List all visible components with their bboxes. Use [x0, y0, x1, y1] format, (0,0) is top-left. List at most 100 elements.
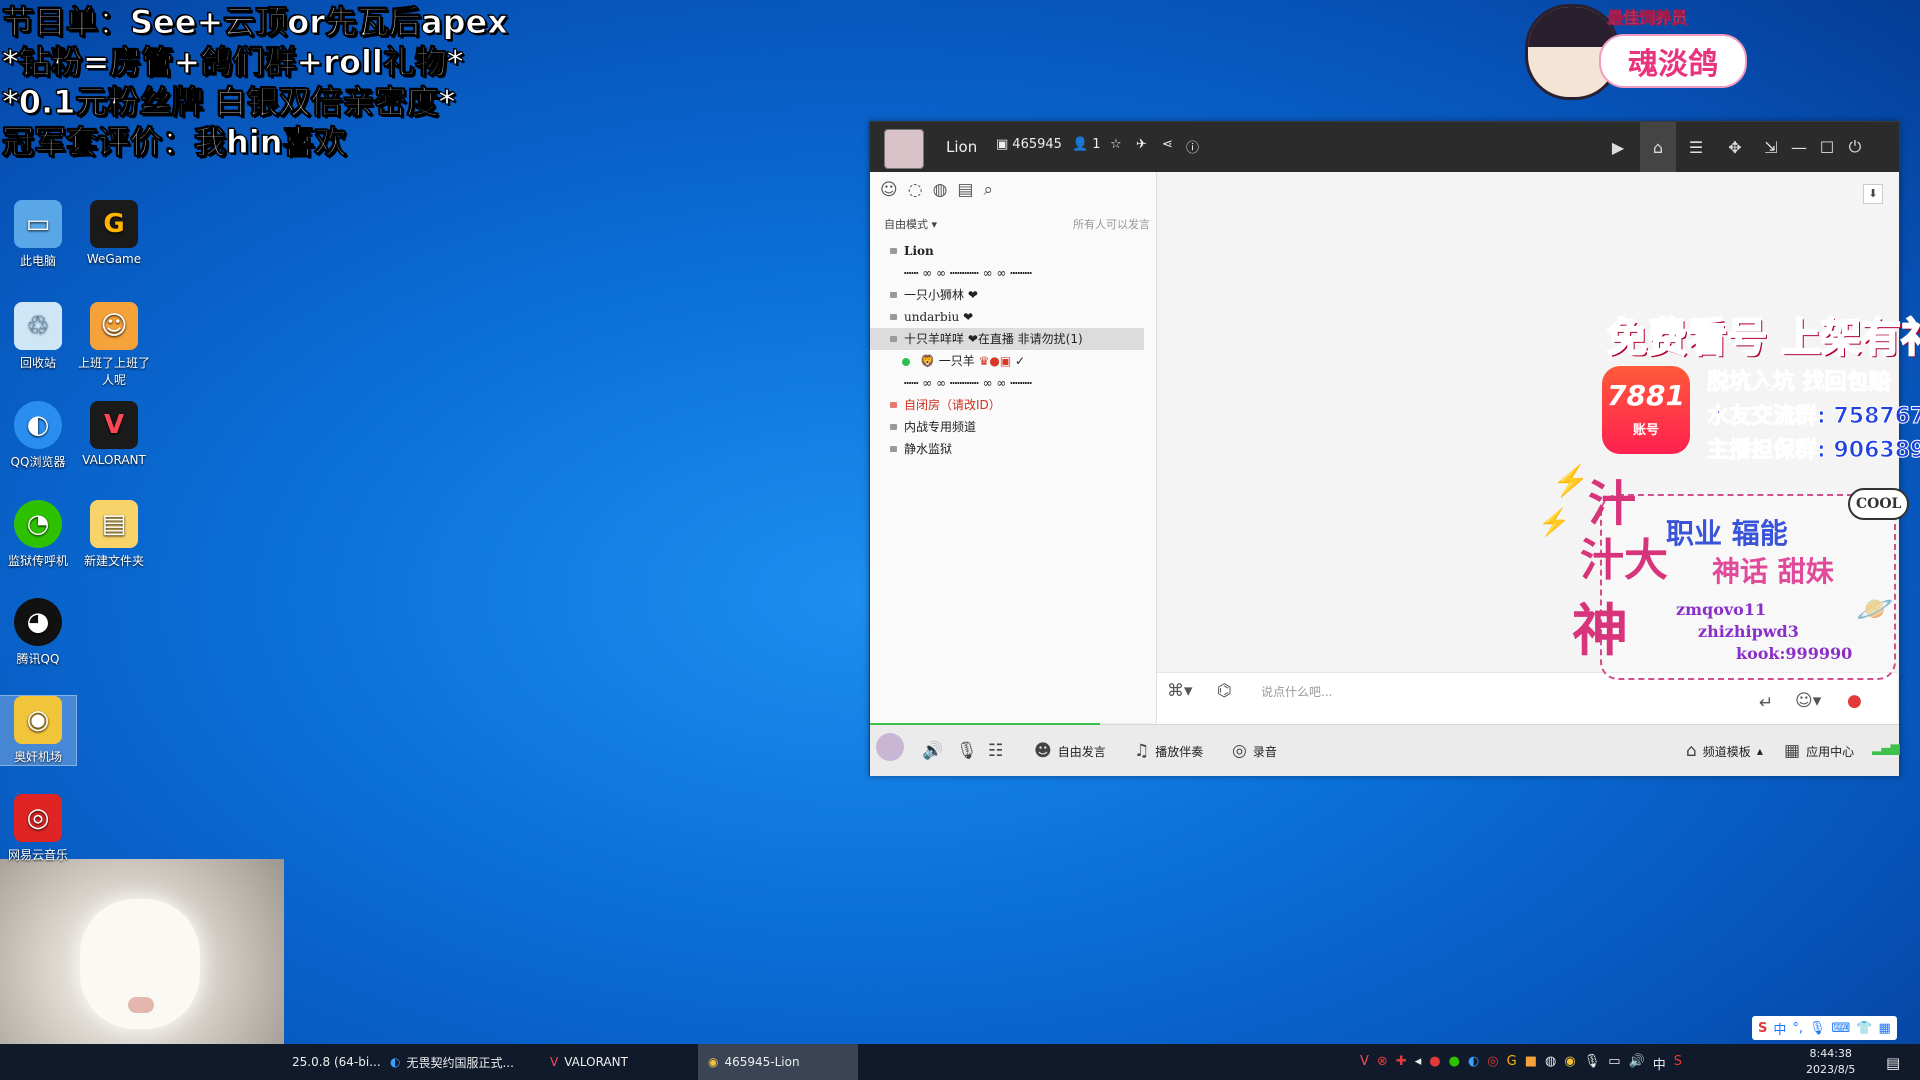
channel-item[interactable]: 自闭房（请改ID）: [870, 394, 1156, 416]
mic-icon[interactable]: 🎙: [956, 741, 978, 761]
owl-tray-icon[interactable]: ◉: [1564, 1054, 1575, 1073]
translate-icon[interactable]: ⌬: [1217, 681, 1232, 701]
arrow-tray-icon[interactable]: ◂: [1415, 1054, 1422, 1073]
overlay-line: *钻粉=房管+鸽们群+roll礼物*: [2, 43, 465, 82]
steam-tray-icon[interactable]: ◍: [1545, 1054, 1556, 1073]
free-talk-button[interactable]: ☻ 自由发言: [1034, 741, 1106, 761]
network-tray-icon[interactable]: ▭: [1608, 1054, 1620, 1073]
lightning-icon: ⚡: [1552, 464, 1590, 499]
netease-tray-icon[interactable]: ◎: [1487, 1054, 1498, 1073]
location-icon[interactable]: ◍: [933, 180, 948, 200]
user-icon[interactable]: ☺: [880, 180, 898, 200]
desktop-icon-wechat[interactable]: ◔ 监狱传呼机: [0, 500, 76, 569]
notes-icon[interactable]: ▤: [957, 180, 973, 200]
recycle-bin-icon: ♲: [14, 302, 62, 350]
channel-item-active[interactable]: 十只羊咩咩 ❤在直播 非请勿扰(1): [870, 328, 1144, 350]
desktop-icon-netease-music[interactable]: ◎ 网易云音乐: [0, 794, 76, 863]
app-tray-icon[interactable]: ⊗: [1377, 1054, 1388, 1073]
enter-icon[interactable]: ↵: [1759, 693, 1773, 713]
owl-icon: ◉: [708, 1055, 719, 1069]
medal-icons: ♛●▣: [978, 354, 1012, 368]
wegame-tray-icon[interactable]: G: [1507, 1054, 1517, 1073]
channel-template-button[interactable]: ⌂ 频道模板 ▴: [1686, 741, 1763, 761]
browser-icon: ◐: [390, 1055, 401, 1069]
play-music-button[interactable]: ♫ 播放伴奏: [1134, 741, 1203, 761]
record-icon[interactable]: ●: [1847, 691, 1862, 711]
taskbar-item-active[interactable]: ◉ 465945-Lion: [698, 1044, 858, 1080]
maximize-icon[interactable]: ☐: [1814, 134, 1840, 160]
smile-icon: ☻: [1034, 741, 1052, 761]
desktop-icon-tencent-qq[interactable]: ◕ 腾讯QQ: [0, 598, 76, 667]
sogou-tray-icon[interactable]: S: [1674, 1054, 1682, 1073]
desktop-icon-wegame[interactable]: G WeGame: [76, 200, 152, 266]
home-icon[interactable]: ⌂: [1640, 122, 1676, 172]
keyboard-icon: ⌨: [1831, 1020, 1851, 1036]
record-icon: ◎: [1232, 741, 1247, 761]
mic-icon: 🎙: [1809, 1020, 1826, 1036]
mode-dropdown[interactable]: 自由模式 ▾: [884, 216, 937, 232]
speaker-icon[interactable]: 🔊: [922, 741, 943, 761]
star-icon[interactable]: ☆: [1110, 137, 1122, 152]
desktop-icon-valorant[interactable]: V VALORANT: [76, 401, 152, 467]
gamepad-icon[interactable]: ✥: [1722, 134, 1748, 160]
desktop-icon-this-pc[interactable]: ▭ 此电脑: [0, 200, 76, 269]
sogou-icon: S: [1758, 1020, 1768, 1036]
channel-user[interactable]: 🦁 一只羊 ♛●▣ ✓: [870, 350, 1156, 372]
desktop-icon-shangban[interactable]: ☺ 上班了上班了人呢: [76, 302, 152, 388]
desktop-icon-airport[interactable]: ◉ 奥奸机场: [0, 695, 77, 766]
valorant-tray-icon[interactable]: V: [1360, 1054, 1369, 1073]
app-tray-icon[interactable]: ✚: [1396, 1054, 1407, 1073]
video-icon[interactable]: ▶: [1605, 134, 1631, 160]
ime-tray-label[interactable]: 中: [1653, 1054, 1666, 1073]
plane-icon[interactable]: ✈: [1136, 137, 1147, 152]
emoji-icon[interactable]: ☺▾: [1795, 691, 1821, 711]
mic-tray-icon[interactable]: 🎙: [1584, 1054, 1601, 1073]
self-avatar[interactable]: [876, 733, 904, 761]
power-icon[interactable]: ⏻: [1842, 134, 1868, 160]
info-icon[interactable]: ⓘ: [1186, 137, 1199, 156]
search-icon[interactable]: ⌕: [983, 180, 993, 200]
wegame-icon: G: [90, 200, 138, 248]
signal-icon: ▂▄▆: [1872, 741, 1900, 755]
desktop-icon-new-folder[interactable]: ▤ 新建文件夹: [76, 500, 152, 569]
channel-item[interactable]: 一只小狮林 ❤: [870, 284, 1156, 306]
list-icon[interactable]: ☰: [1683, 134, 1709, 160]
channel-item[interactable]: undarbiu ❤: [870, 306, 1156, 328]
ad-tag-1: 职业 辐能: [1666, 517, 1788, 550]
channel-item[interactable]: 内战专用频道: [870, 416, 1156, 438]
taskbar-item[interactable]: V VALORANT: [540, 1044, 638, 1080]
netease-music-icon: ◎: [14, 794, 62, 842]
mixer-icon[interactable]: ☷: [988, 741, 1003, 761]
desktop-icon-recycle-bin[interactable]: ♲ 回收站: [0, 302, 76, 371]
app-tray-icon[interactable]: ●: [1429, 1054, 1440, 1073]
bottom-bar: 🔊 🎙 ☷ ☻ 自由发言 ♫ 播放伴奏 ◎ 录音 ⌂ 频道模板 ▴ ▦ 应用中心 ▂▄▆: [870, 723, 1900, 776]
wechat-tray-icon[interactable]: ●: [1449, 1054, 1460, 1073]
app-center-button[interactable]: ▦ 应用中心: [1784, 741, 1854, 761]
scroll-down-icon[interactable]: ⬇: [1863, 184, 1883, 204]
share-icon[interactable]: ⋖: [1162, 137, 1173, 152]
grid-icon: ▦: [1784, 741, 1801, 761]
minimize-icon[interactable]: —: [1786, 134, 1812, 160]
browser-tray-icon[interactable]: ◐: [1468, 1054, 1479, 1073]
computer-icon: ▭: [14, 200, 62, 248]
chat-icon[interactable]: ◌: [908, 180, 923, 200]
taskbar-item[interactable]: ◐ 无畏契约国服正式...: [380, 1044, 524, 1080]
channel-item[interactable]: Lion: [870, 240, 1156, 262]
mode-row: 自由模式 ▾ 所有人可以发言: [884, 216, 1150, 232]
system-tray: V ⊗ ✚ ◂ ● ● ◐ ◎ G ■ ◍ ◉ 🎙 ▭ 🔊 中 S: [1360, 1054, 1682, 1073]
download-icon[interactable]: ⇲: [1758, 134, 1784, 160]
notification-icon[interactable]: ▤: [1886, 1054, 1900, 1072]
title-bar: Lion ▣ 465945 👤 1 ☆ ✈ ⋖ ⓘ ▶ ⌂ ☰ ✥ ⇲ — ☐ ⏻: [870, 122, 1899, 172]
channel-item[interactable]: 静水监狱: [870, 438, 1156, 460]
ime-toolbar[interactable]: S 中 °, 🎙 ⌨ 👕 ▦: [1752, 1016, 1897, 1040]
folder-icon: ▤: [90, 500, 138, 548]
app-tray-icon[interactable]: ■: [1525, 1054, 1537, 1073]
volume-tray-icon[interactable]: 🔊: [1629, 1054, 1645, 1073]
message-input[interactable]: 说点什么吧...: [1261, 683, 1332, 700]
desktop-icon-qq-browser[interactable]: ◐ QQ浏览器: [0, 401, 76, 470]
channel-avatar[interactable]: [884, 129, 924, 169]
gamepad-icon[interactable]: ⌘▾: [1167, 681, 1193, 701]
record-button[interactable]: ◎ 录音: [1232, 741, 1277, 761]
taskbar-item[interactable]: 25.0.8 (64-bi...: [282, 1044, 391, 1080]
clock[interactable]: 8:44:38 2023/8/5: [1806, 1046, 1855, 1078]
